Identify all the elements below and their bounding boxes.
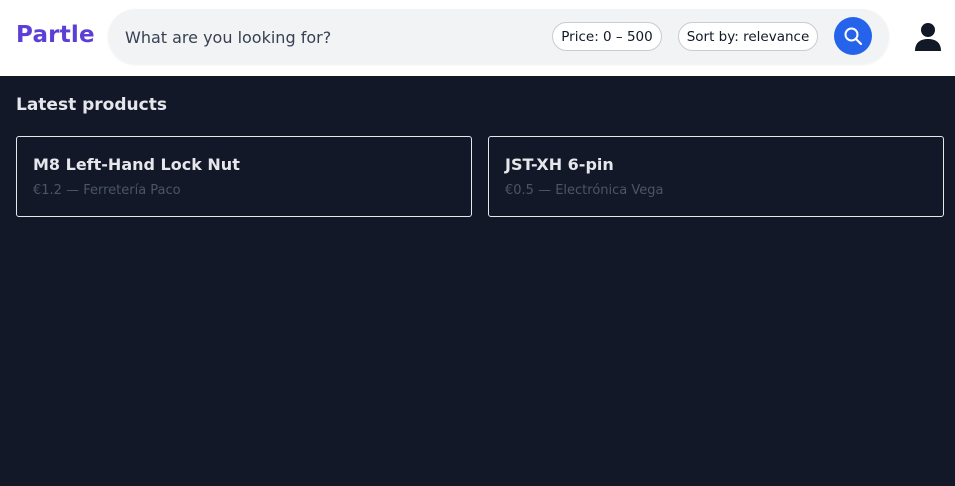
price-filter-button[interactable]: Price: 0 – 500 [552, 22, 662, 51]
logo[interactable]: Partle [16, 22, 95, 48]
search-button[interactable] [834, 17, 872, 55]
user-account-button[interactable] [912, 22, 944, 52]
search-bar: Price: 0 – 500 Sort by: relevance [108, 9, 889, 64]
product-meta: €0.5 — Electrónica Vega [505, 183, 664, 198]
product-meta: €1.2 — Ferretería Paco [33, 183, 181, 198]
section-title: Latest products [16, 95, 167, 115]
product-name: JST-XH 6-pin [505, 155, 614, 174]
search-input[interactable] [125, 24, 525, 50]
sort-button[interactable]: Sort by: relevance [678, 22, 818, 51]
top-bar: Partle Price: 0 – 500 Sort by: relevance [0, 0, 955, 76]
product-card[interactable]: M8 Left-Hand Lock Nut €1.2 — Ferretería … [16, 136, 472, 217]
product-name: M8 Left-Hand Lock Nut [33, 155, 240, 174]
product-card[interactable]: JST-XH 6-pin €0.5 — Electrónica Vega [488, 136, 944, 217]
user-icon [915, 23, 941, 51]
search-icon [844, 27, 863, 46]
